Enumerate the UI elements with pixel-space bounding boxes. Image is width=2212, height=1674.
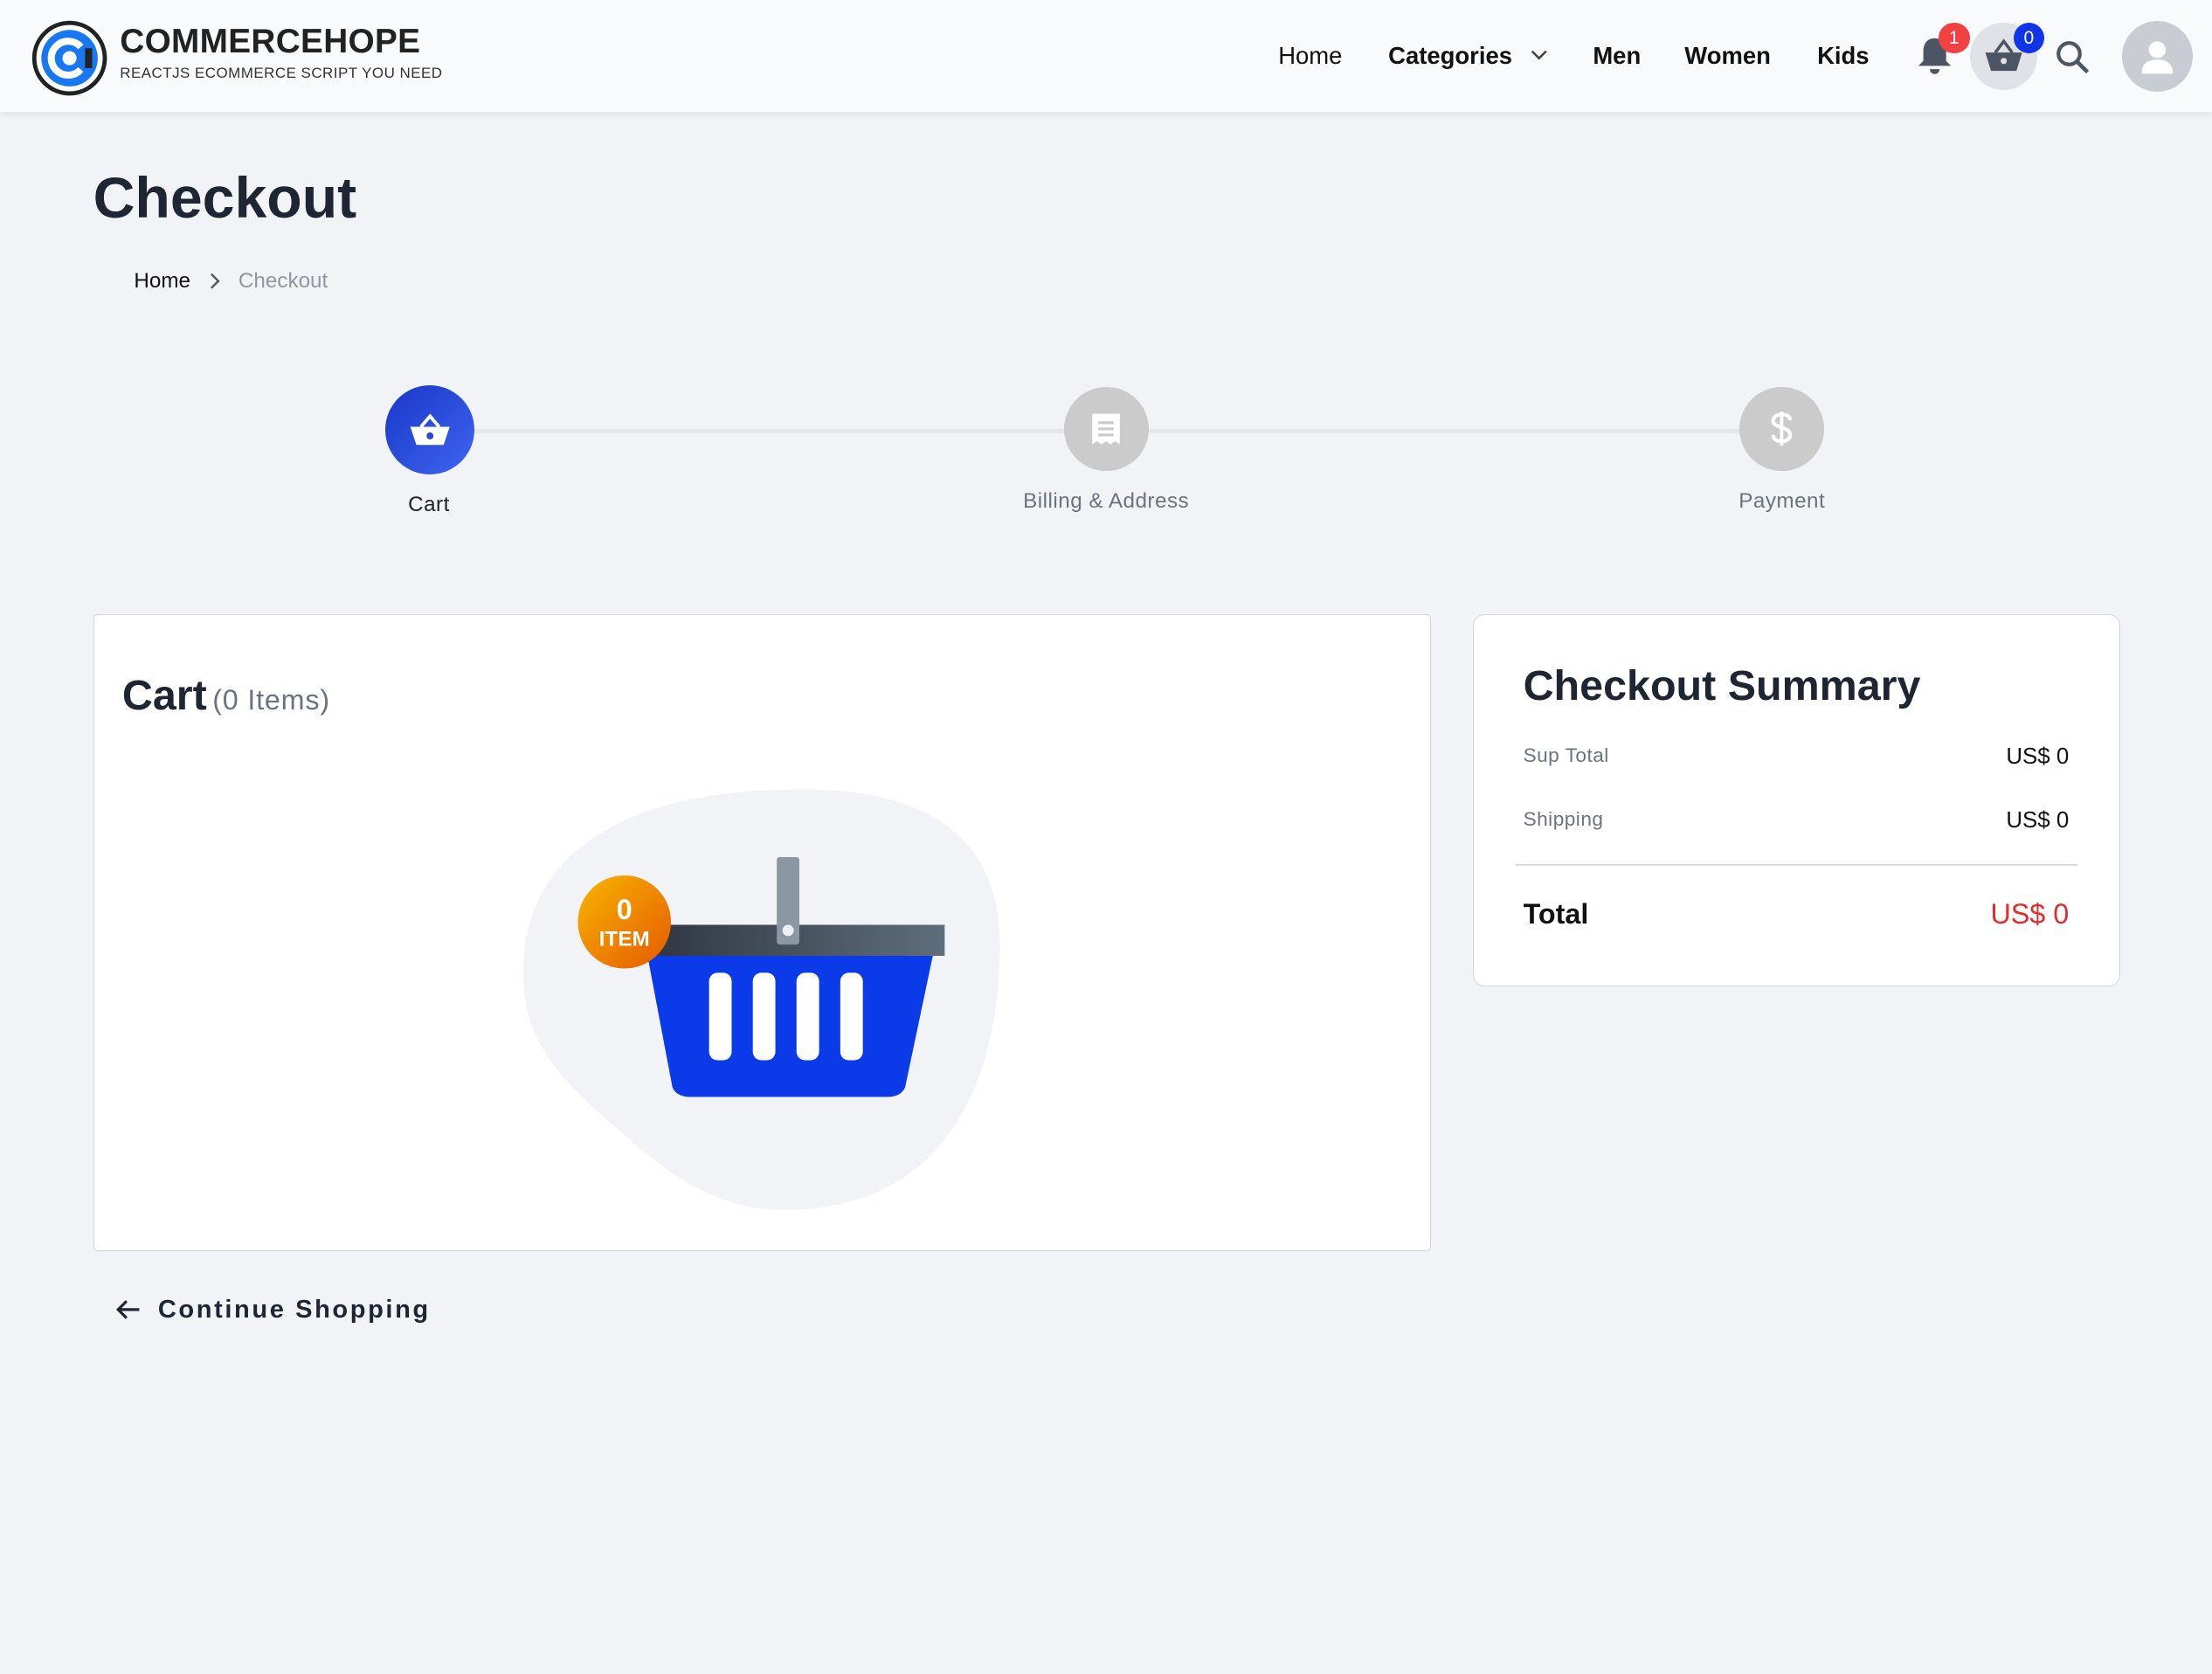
step-payment[interactable] <box>1739 386 1825 472</box>
breadcrumb-current: Checkout <box>238 269 328 294</box>
user-icon <box>2141 40 2174 73</box>
stepper-connector <box>474 428 1064 433</box>
chevron-down-icon <box>1531 51 1547 60</box>
chevron-right-icon <box>211 273 221 289</box>
shipping-value: US$ 0 <box>2006 807 2070 833</box>
empty-badge-count: 0 <box>617 894 632 925</box>
summary-title: Checkout Summary <box>1523 661 1921 709</box>
subtotal-value: US$ 0 <box>2006 744 2070 770</box>
stepper-connector <box>1148 428 1740 433</box>
nav-men-link[interactable]: Men <box>1593 42 1641 70</box>
summary-divider <box>1516 864 2077 866</box>
step-payment-label: Payment <box>1738 489 1826 514</box>
basket-icon <box>410 413 450 446</box>
search-icon[interactable] <box>2054 38 2091 75</box>
step-billing[interactable] <box>1063 386 1149 472</box>
cart-item-count: (0 Items) <box>212 684 330 716</box>
nav-women-link[interactable]: Women <box>1684 42 1771 70</box>
step-billing-label: Billing & Address <box>1023 489 1190 514</box>
top-header: COMMERCEHOPE REACTJS ECOMMERCE SCRIPT YO… <box>0 0 2212 112</box>
continue-shopping-label: Continue Shopping <box>157 1295 431 1324</box>
user-avatar[interactable] <box>2121 21 2193 92</box>
dollar-icon <box>1771 412 1793 446</box>
nav-categories-label: Categories <box>1388 42 1512 70</box>
cart-panel: Cart (0 Items) 0 ITEM <box>93 613 1431 1252</box>
notification-badge: 1 <box>1939 22 1970 54</box>
nav-kids-link[interactable]: Kids <box>1817 42 1869 70</box>
step-cart-label: Cart <box>408 492 450 516</box>
empty-cart-illustration: 0 ITEM <box>522 789 1000 1211</box>
basket-body <box>646 953 934 1097</box>
cart-heading: Cart (0 Items) <box>122 671 330 720</box>
page-title: Checkout <box>93 165 357 231</box>
shipping-label: Shipping <box>1523 807 1604 830</box>
empty-badge-label: ITEM <box>599 928 650 951</box>
receipt-icon <box>1092 413 1120 445</box>
total-value: US$ 0 <box>1990 898 2070 930</box>
step-cart[interactable] <box>384 384 474 474</box>
cart-title: Cart <box>121 672 207 720</box>
nav-home-link[interactable]: Home <box>1278 42 1342 70</box>
checkout-summary-panel: Checkout Summary Sup Total US$ 0 Shippin… <box>1473 613 2121 986</box>
cart-count-badge: 0 <box>2013 22 2045 54</box>
brand-logo-icon[interactable] <box>31 20 107 96</box>
total-label: Total <box>1523 898 1589 930</box>
breadcrumb-home-link[interactable]: Home <box>134 269 190 294</box>
brand-tagline: REACTJS ECOMMERCE SCRIPT YOU NEED <box>120 65 443 82</box>
continue-shopping-button[interactable]: Continue Shopping <box>115 1296 430 1325</box>
subtotal-label: Sup Total <box>1523 744 1609 767</box>
nav-categories-dropdown[interactable]: Categories <box>1388 42 1547 70</box>
arrow-left-icon <box>116 1300 140 1319</box>
brand-name[interactable]: COMMERCEHOPE <box>120 23 420 61</box>
